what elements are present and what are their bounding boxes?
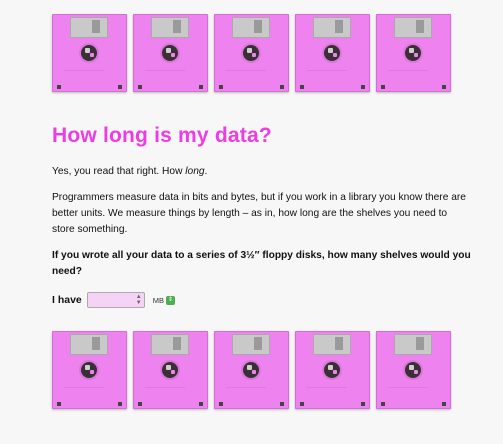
intro-emphasis: long (185, 166, 205, 177)
page-title: How long is my data? (52, 124, 272, 147)
select-arrows-icon[interactable]: ⇕ (166, 295, 176, 305)
intro-tail: . (204, 166, 208, 177)
unit-selected-value: MB (152, 295, 165, 305)
intro-lead: Yes, you read that right. How (52, 166, 186, 177)
floppy-disk-image (133, 14, 208, 92)
intro-text: Yes, you read that right. How long. (52, 164, 472, 180)
data-amount-input[interactable]: ▲ ▼ (86, 292, 145, 308)
floppy-disk-image (214, 331, 289, 409)
floppy-row-bottom (52, 331, 451, 409)
floppy-disk-image (52, 14, 127, 92)
question-text: If you wrote all your data to a series o… (52, 250, 471, 277)
floppy-disk-image (52, 331, 127, 409)
floppy-disk-image (376, 14, 451, 92)
floppy-disk-image (214, 14, 289, 92)
have-label: I have (52, 294, 82, 306)
unit-select[interactable]: MB ⇕ (152, 295, 176, 305)
stepper-down-icon[interactable]: ▼ (136, 300, 142, 306)
main-content: How long is my data? Yes, you read that … (52, 124, 472, 308)
floppy-row-top (52, 14, 451, 92)
floppy-disk-image (133, 331, 208, 409)
floppy-disk-image (376, 331, 451, 409)
floppy-disk-image (295, 331, 370, 409)
explanation-paragraph: Programmers measure data in bits and byt… (52, 192, 466, 235)
floppy-disk-image (295, 14, 370, 92)
data-amount-form: I have ▲ ▼ MB ⇕ (52, 292, 472, 308)
number-stepper[interactable]: ▲ ▼ (136, 294, 142, 306)
